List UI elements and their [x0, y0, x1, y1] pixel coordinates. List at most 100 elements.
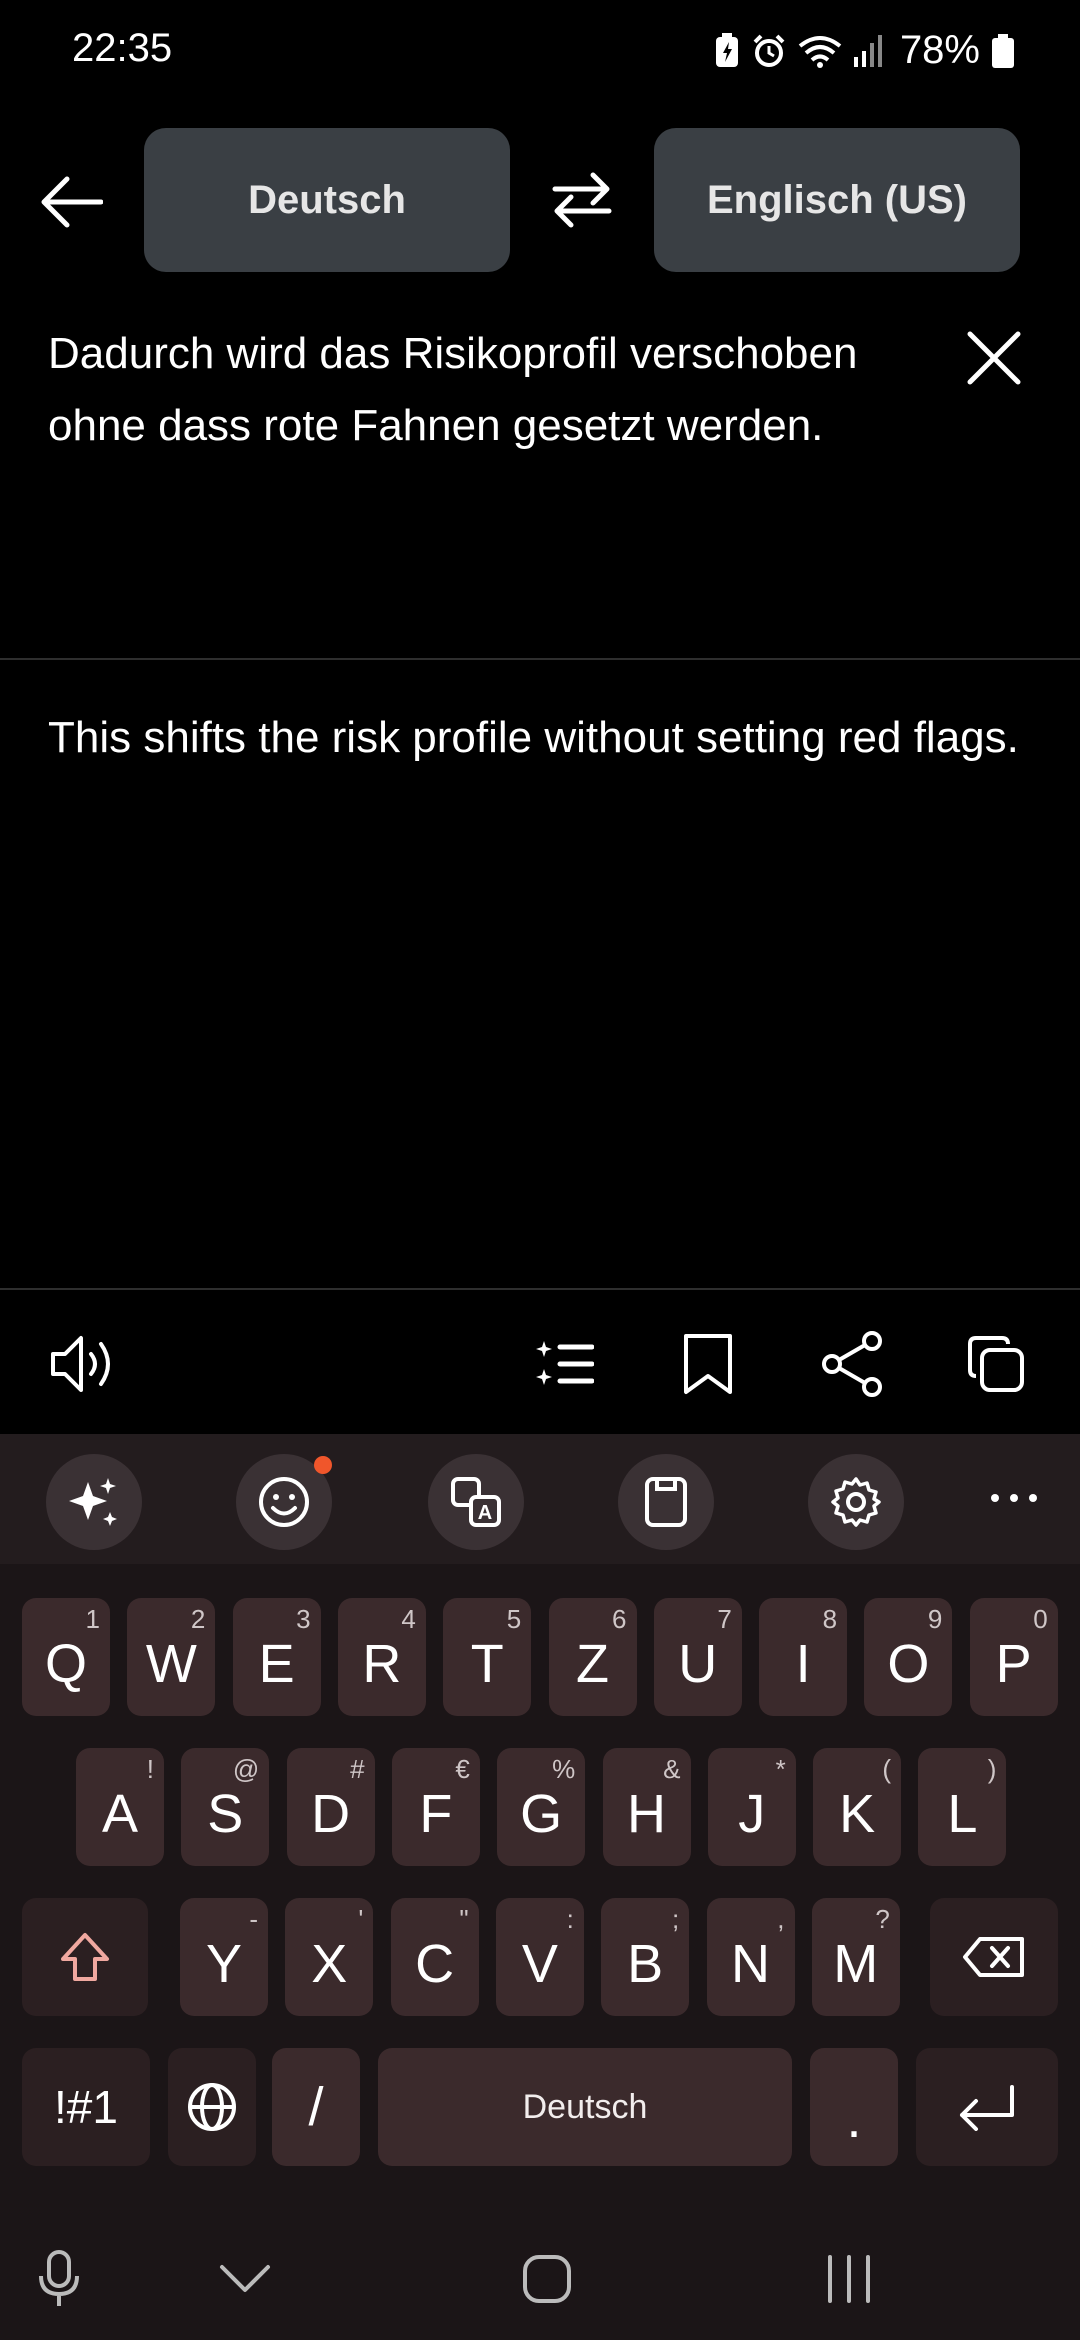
more-icon: [991, 1494, 1037, 1502]
key-label: R: [362, 1634, 402, 1694]
status-time: 22:35: [72, 26, 173, 70]
key-hint: 7: [717, 1604, 732, 1634]
translate-button[interactable]: A: [428, 1454, 524, 1550]
key-z[interactable]: 6Z: [548, 1598, 637, 1716]
key-u[interactable]: 7U: [653, 1598, 742, 1716]
speak-button[interactable]: [46, 1326, 122, 1402]
key-label: I: [795, 1634, 811, 1694]
source-text[interactable]: Dadurch wird das Risikoprofil verschoben…: [48, 318, 948, 462]
key-d[interactable]: # D: [286, 1748, 375, 1866]
voice-input-button[interactable]: [24, 2244, 94, 2314]
back-button[interactable]: [38, 168, 106, 236]
key-a[interactable]: ! A: [76, 1748, 164, 1866]
key-e[interactable]: 3E: [232, 1598, 321, 1716]
bookmark-button[interactable]: [670, 1326, 746, 1402]
clipboard-button[interactable]: [618, 1454, 714, 1550]
alarm-icon: [753, 34, 785, 67]
shift-key[interactable]: [22, 1898, 148, 2016]
bookmark-icon: [684, 1334, 732, 1394]
share-button[interactable]: [814, 1326, 890, 1402]
backspace-icon: [963, 1937, 1024, 1977]
smiley-icon: [259, 1477, 309, 1527]
battery-icon: [992, 33, 1014, 68]
action-row: [0, 1296, 1080, 1434]
language-bar: Deutsch Englisch (US): [0, 128, 1080, 274]
key-h[interactable]: & H: [602, 1748, 691, 1866]
key-b[interactable]: ; B: [601, 1898, 690, 2016]
key-label: F: [419, 1784, 453, 1844]
key-hint: @: [232, 1754, 260, 1784]
swap-languages-button[interactable]: [548, 166, 616, 234]
key-hint: ;: [671, 1904, 680, 1934]
key-label: E: [258, 1634, 295, 1694]
space-key-label: Deutsch: [522, 2087, 648, 2126]
space-key[interactable]: Deutsch: [378, 2048, 792, 2166]
key-m[interactable]: ? M: [811, 1898, 900, 2016]
microphone-icon: [39, 2250, 79, 2306]
key-hint: 3: [296, 1604, 311, 1634]
key-c[interactable]: " C: [390, 1898, 479, 2016]
slash-key-label: /: [308, 2077, 324, 2137]
battery-percentage: 78%: [899, 28, 980, 72]
backspace-key[interactable]: [930, 1898, 1058, 2016]
slash-key[interactable]: /: [272, 2048, 360, 2166]
recents-button[interactable]: [814, 2244, 884, 2314]
key-label: Q: [44, 1634, 87, 1694]
key-hint: 2: [190, 1604, 206, 1634]
key-w[interactable]: 2W: [127, 1598, 216, 1716]
key-label: X: [311, 1934, 348, 1994]
emoji-button[interactable]: [236, 1454, 332, 1550]
target-language-button[interactable]: Englisch (US): [654, 128, 1020, 272]
svg-text:A: A: [478, 1502, 492, 1524]
ai-tools-button[interactable]: [46, 1454, 142, 1550]
source-language-button[interactable]: Deutsch: [144, 128, 510, 272]
divider: [0, 658, 1080, 660]
key-hint: ?: [875, 1904, 890, 1934]
key-label: V: [521, 1934, 558, 1994]
key-f[interactable]: € F: [391, 1748, 480, 1866]
period-key[interactable]: .: [810, 2048, 898, 2166]
key-label: B: [627, 1934, 664, 1994]
key-n[interactable]: ,N: [706, 1898, 795, 2016]
key-o[interactable]: 9O: [864, 1598, 953, 1716]
symbols-key-label: !#1: [54, 2081, 118, 2133]
source-text-area[interactable]: Dadurch wird das Risikoprofil verschoben…: [0, 300, 1080, 660]
ai-list-button[interactable]: [526, 1326, 602, 1402]
key-t[interactable]: 5T: [443, 1598, 532, 1716]
key-v[interactable]: :V: [495, 1898, 584, 2016]
hide-keyboard-button[interactable]: [210, 2244, 280, 2314]
copy-button[interactable]: [958, 1326, 1034, 1402]
key-p[interactable]: 0P: [969, 1598, 1058, 1716]
keyboard-settings-button[interactable]: [808, 1454, 904, 1550]
key-i[interactable]: 8I: [759, 1598, 848, 1716]
key-hint: 9: [927, 1604, 943, 1634]
home-button[interactable]: [512, 2244, 582, 2314]
shift-icon: [61, 1933, 109, 1981]
key-x[interactable]: ' X: [285, 1898, 374, 2016]
clear-button[interactable]: [966, 330, 1026, 390]
key-g[interactable]: % G: [497, 1748, 586, 1866]
key-hint: 5: [506, 1604, 522, 1634]
key-label: W: [145, 1634, 197, 1694]
key-j[interactable]: * J: [707, 1748, 796, 1866]
key-hint: 4: [401, 1604, 416, 1634]
key-r[interactable]: 4R: [337, 1598, 426, 1716]
language-switch-key[interactable]: [168, 2048, 256, 2166]
key-y[interactable]: -Y: [180, 1898, 268, 2016]
key-label: Y: [205, 1934, 243, 1994]
key-q[interactable]: 1Q: [22, 1598, 110, 1716]
key-hint: 1: [85, 1604, 100, 1634]
period-key-label: .: [846, 2089, 862, 2149]
key-k[interactable]: (K: [813, 1748, 902, 1866]
notification-dot: [314, 1456, 332, 1474]
navigation-bar: [0, 2214, 1080, 2340]
enter-key[interactable]: [916, 2048, 1058, 2166]
key-l[interactable]: ) L: [918, 1748, 1007, 1866]
key-s[interactable]: @ S: [181, 1748, 270, 1866]
share-icon: [822, 1331, 882, 1397]
translated-text: This shifts the risk profile without set…: [48, 713, 1019, 762]
more-options-button[interactable]: [976, 1478, 1052, 1518]
key-label: H: [627, 1784, 666, 1844]
symbols-key[interactable]: !#1: [22, 2048, 150, 2166]
key-hint: 8: [822, 1604, 838, 1634]
